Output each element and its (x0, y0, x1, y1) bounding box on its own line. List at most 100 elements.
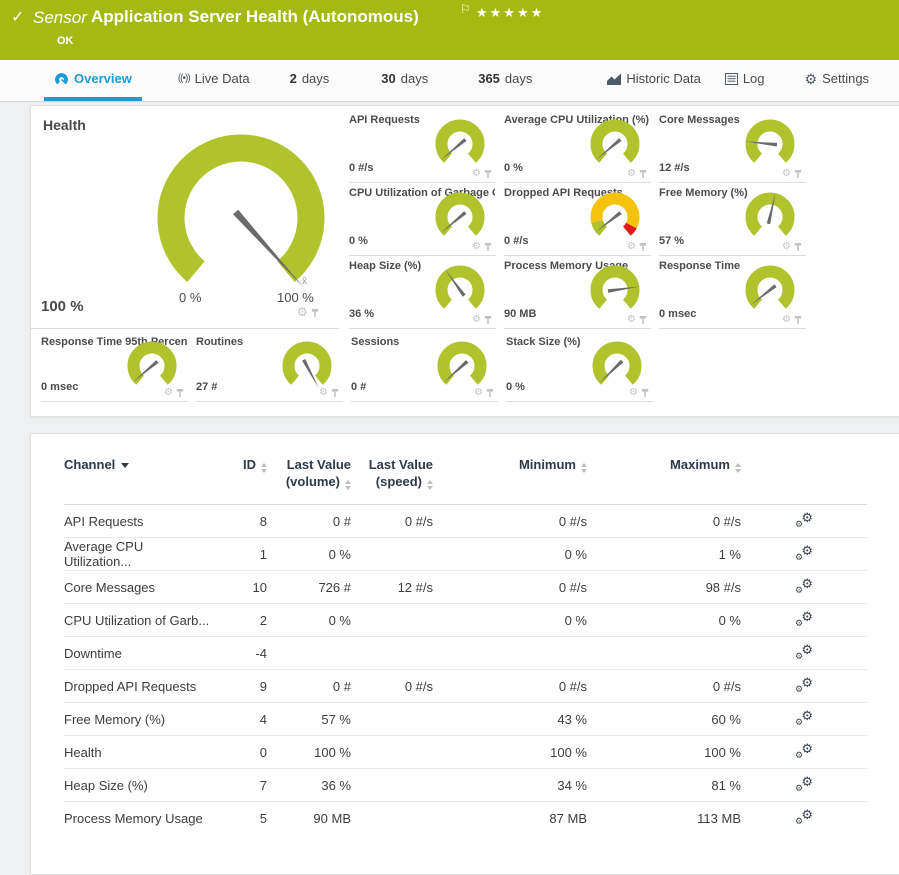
gauge-cell: Process Memory Usage90 MB⚙ (504, 256, 651, 329)
gear-icon[interactable]: ⚙ (319, 388, 328, 398)
channel-table-header: ChannelIDLast Value(volume)Last Value(sp… (64, 434, 867, 505)
gear-icon[interactable]: ⚙ (472, 315, 481, 325)
gear-icon[interactable]: ⚙ (297, 306, 308, 318)
tab-historic-data[interactable]: Historic Data (597, 60, 710, 101)
channel-id-cell: 1 (214, 538, 269, 571)
channel-settings-cogs-icon[interactable]: ⚙⚙ (795, 677, 813, 693)
priority-stars[interactable]: ★★★★★ (476, 5, 544, 21)
channel-name-cell: Core Messages (64, 571, 214, 604)
gear-icon[interactable]: ⚙ (629, 388, 638, 398)
table-row: Core Messages10726 #12 #/s0 #/s98 #/s⚙⚙ (64, 571, 867, 604)
channel-settings-cogs-icon[interactable]: ⚙⚙ (795, 512, 813, 528)
pin-icon[interactable] (639, 242, 647, 252)
channel-settings-cogs-icon[interactable]: ⚙⚙ (795, 776, 813, 792)
table-row: API Requests80 #0 #/s0 #/s0 #/s⚙⚙ (64, 505, 867, 538)
channel-settings-cogs-icon[interactable]: ⚙⚙ (795, 809, 813, 825)
channel-settings-cogs-icon[interactable]: ⚙⚙ (795, 611, 813, 627)
gear-icon[interactable]: ⚙ (782, 315, 791, 325)
channel-settings-cogs-icon[interactable]: ⚙⚙ (795, 743, 813, 759)
channel-minimum-cell: 0 #/s (435, 571, 589, 604)
channel-maximum-cell: 98 #/s (589, 571, 743, 604)
gauge-cell: Heap Size (%)36 %⚙ (349, 256, 496, 329)
gauge-title: Response Time (659, 260, 740, 272)
channel-last_value_speed-cell (353, 538, 435, 571)
tab-number: 30 (381, 71, 395, 86)
column-header-minimum[interactable]: Minimum (435, 434, 589, 505)
gear-icon[interactable]: ⚙ (472, 169, 481, 179)
pin-icon[interactable] (639, 315, 647, 325)
gear-icon[interactable]: ⚙ (164, 388, 173, 398)
gear-icon[interactable]: ⚙ (627, 169, 636, 179)
channel-minimum-cell: 0 % (435, 538, 589, 571)
channel-name-cell: Health (64, 736, 214, 769)
table-row: Average CPU Utilization...10 %0 %1 %⚙⚙ (64, 538, 867, 571)
tab-label: Log (743, 71, 765, 86)
channel-settings-cogs-icon[interactable]: ⚙⚙ (795, 710, 813, 726)
tab-30-days[interactable]: 30 days (371, 60, 438, 101)
tab-label: Overview (74, 71, 132, 86)
gauge-cell: Response Time0 msec⚙ (659, 256, 806, 329)
pin-icon[interactable] (794, 242, 802, 252)
tab-live-data[interactable]: ((•))Live Data (168, 60, 260, 101)
tab-2-days[interactable]: 2days (280, 60, 340, 101)
mean-marker: x̄ (302, 276, 307, 287)
pin-icon[interactable] (794, 169, 802, 179)
channel-maximum-cell (589, 637, 743, 670)
tab-number: 2 (290, 71, 297, 86)
gauge-cell: CPU Utilization of Garbage C...0 %⚙ (349, 183, 496, 256)
channel-settings-cogs-icon[interactable]: ⚙⚙ (795, 545, 813, 561)
column-header-last_value_volume[interactable]: Last Value(volume) (269, 434, 353, 505)
gauge-dial (430, 117, 490, 169)
tab-overview[interactable]: Overview (44, 60, 142, 101)
priority-flag-icon[interactable]: ⚐ (460, 2, 471, 16)
tab-label: days (505, 71, 532, 86)
gauge-actions: ⚙ (627, 242, 647, 252)
gauge-value: 0 % (504, 162, 523, 174)
channel-settings-cogs-icon[interactable]: ⚙⚙ (795, 644, 813, 660)
column-header-channel[interactable]: Channel (64, 434, 214, 505)
pin-icon[interactable] (794, 315, 802, 325)
gear-icon[interactable]: ⚙ (474, 388, 483, 398)
broadcast-icon: ((•)) (178, 74, 190, 84)
channel-last_value_volume-cell: 36 % (269, 769, 353, 802)
channel-name-cell: Downtime (64, 637, 214, 670)
gear-icon[interactable]: ⚙ (782, 169, 791, 179)
column-header-id[interactable]: ID (214, 434, 269, 505)
pin-icon[interactable] (486, 388, 494, 398)
gauge-title: Stack Size (%) (506, 336, 581, 348)
gauge-value: 27 # (196, 381, 217, 393)
pin-icon[interactable] (311, 308, 319, 318)
channel-settings-cell: ⚙⚙ (743, 637, 867, 670)
gear-icon[interactable]: ⚙ (472, 242, 481, 252)
pin-icon[interactable] (641, 388, 649, 398)
channel-minimum-cell: 0 #/s (435, 505, 589, 538)
channel-maximum-cell: 0 % (589, 604, 743, 637)
pin-icon[interactable] (331, 388, 339, 398)
channel-id-cell: 10 (214, 571, 269, 604)
channel-last_value_volume-cell: 0 % (269, 604, 353, 637)
gauge-title: API Requests (349, 114, 420, 126)
column-header-last_value_speed[interactable]: Last Value(speed) (353, 434, 435, 505)
tab-settings[interactable]: ⚙Settings (795, 60, 880, 101)
pin-icon[interactable] (484, 242, 492, 252)
gear-icon[interactable]: ⚙ (782, 242, 791, 252)
channel-minimum-cell: 0 #/s (435, 670, 589, 703)
gear-icon[interactable]: ⚙ (627, 315, 636, 325)
column-header-maximum[interactable]: Maximum (589, 434, 743, 505)
chart-icon (607, 73, 621, 85)
gauge-value: 0 % (349, 235, 368, 247)
gear-icon: ⚙ (805, 72, 818, 86)
channel-minimum-cell: 34 % (435, 769, 589, 802)
channel-last_value_volume-cell: 0 # (269, 505, 353, 538)
pin-icon[interactable] (176, 388, 184, 398)
tab-log[interactable]: Log (715, 60, 775, 101)
tab-label: days (401, 71, 428, 86)
pin-icon[interactable] (484, 169, 492, 179)
tab-365-days[interactable]: 365days (468, 60, 542, 101)
gauge-title: Free Memory (%) (659, 187, 748, 199)
channel-settings-cogs-icon[interactable]: ⚙⚙ (795, 578, 813, 594)
gear-icon[interactable]: ⚙ (627, 242, 636, 252)
pin-icon[interactable] (484, 315, 492, 325)
pin-icon[interactable] (639, 169, 647, 179)
gauge-cell: Sessions0 #⚙ (351, 332, 498, 402)
